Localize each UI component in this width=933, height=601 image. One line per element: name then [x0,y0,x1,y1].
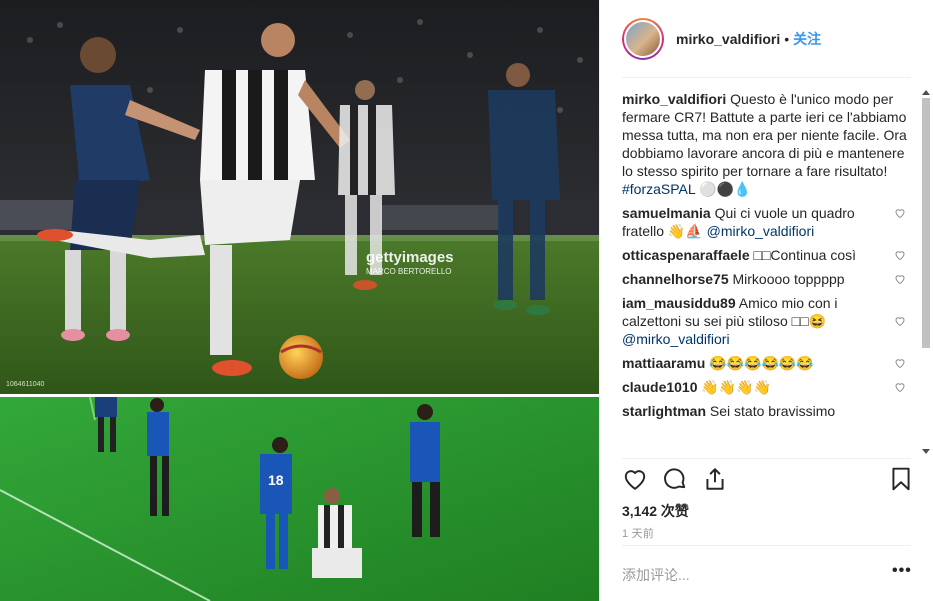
scroll-up-arrow-icon[interactable] [922,90,930,95]
comment-username-link[interactable]: claude1010 [622,379,698,395]
comment-username-link[interactable]: iam_mausiddu89 [622,295,736,311]
comment-text: Sei stato bravissimo [709,403,836,419]
svg-text:18: 18 [268,472,284,488]
comment-like-heart-icon[interactable] [894,249,906,261]
comment-username-link[interactable]: samuelmania [622,205,711,221]
comment-item: iam_mausiddu89 Amico mio con i calzetton… [622,294,912,348]
header-separator: • [784,31,790,47]
comment-text: 👋👋👋👋 [701,379,772,395]
follow-button[interactable]: 关注 [793,29,821,49]
comment-item: samuelmania Qui ci vuole un quadro frate… [622,204,912,240]
instagram-post-view: gettyimages MARCO BERTORELLO 1064611040 [0,0,933,601]
post-header: mirko_valdifiori • 关注 [600,0,933,78]
post-photo-illustration: gettyimages MARCO BERTORELLO 1064611040 [0,0,599,601]
comment-like-heart-icon[interactable] [894,207,906,219]
comment-item: starlightman Sei stato bravissimo [622,402,912,420]
more-dots-icon[interactable]: ••• [892,563,911,580]
comment-text: □□Continua così [753,247,857,263]
heart-icon[interactable] [622,466,648,492]
comment-item: otticaspenaraffaele □□Continua così [622,246,912,264]
comment-like-heart-icon[interactable] [894,357,906,369]
scroll-down-arrow-icon[interactable] [922,449,930,454]
comment-text: Mirkoooo toppppp [732,271,845,287]
comment-item: claude1010 👋👋👋👋 [622,378,912,396]
comments-divider [622,458,911,459]
comment-like-heart-icon[interactable] [894,273,906,285]
comment-like-heart-icon[interactable] [894,315,906,327]
comment-item: mattiaaramu 😂😂😂😂😂😂 [622,354,912,372]
comment-like-heart-icon[interactable] [894,381,906,393]
header-username-link[interactable]: mirko_valdifiori [676,31,780,47]
post-actions-bar [622,466,912,494]
post-photo[interactable]: gettyimages MARCO BERTORELLO 1064611040 [0,0,599,601]
watermark-brand: gettyimages [366,249,454,266]
comments-scrollbar[interactable] [920,90,932,456]
comment-mention-link[interactable]: @mirko_valdifiori [707,223,815,239]
image-code: 1064611040 [6,381,45,388]
avatar-image [624,20,662,58]
avatar[interactable] [622,18,664,60]
post-details-panel: mirko_valdifiori • 关注 mirko_valdifiori Q… [599,0,933,601]
comment-text: 😂😂😂😂😂😂 [709,355,814,371]
bookmark-icon[interactable] [888,466,914,492]
add-comment-input[interactable]: 添加评论... [622,565,872,585]
caption-emoji: ⚪⚫💧 [699,181,752,197]
comment-mention-link[interactable]: @mirko_valdifiori [622,331,730,347]
post-timestamp[interactable]: 1 天前 [622,525,654,541]
comment-username-link[interactable]: otticaspenaraffaele [622,247,750,263]
comment-username-link[interactable]: mattiaaramu [622,355,705,371]
share-icon[interactable] [702,466,728,492]
likes-count[interactable]: 3,142 次赞 [622,501,689,521]
scrollbar-thumb[interactable] [922,98,930,348]
comment-username-link[interactable]: channelhorse75 [622,271,729,287]
caption-username-link[interactable]: mirko_valdifiori [622,91,726,107]
comment-item: channelhorse75 Mirkoooo toppppp [622,270,912,288]
watermark-credit: MARCO BERTORELLO [366,267,452,276]
caption-hashtag-link[interactable]: #forzaSPAL [622,181,695,197]
add-comment-divider [622,545,911,546]
comment-bubble-icon[interactable] [662,466,688,492]
post-caption: mirko_valdifiori Questo è l'unico modo p… [622,90,912,198]
header-divider [622,77,911,78]
comments-list[interactable]: mirko_valdifiori Questo è l'unico modo p… [622,90,912,456]
comment-username-link[interactable]: starlightman [622,403,706,419]
